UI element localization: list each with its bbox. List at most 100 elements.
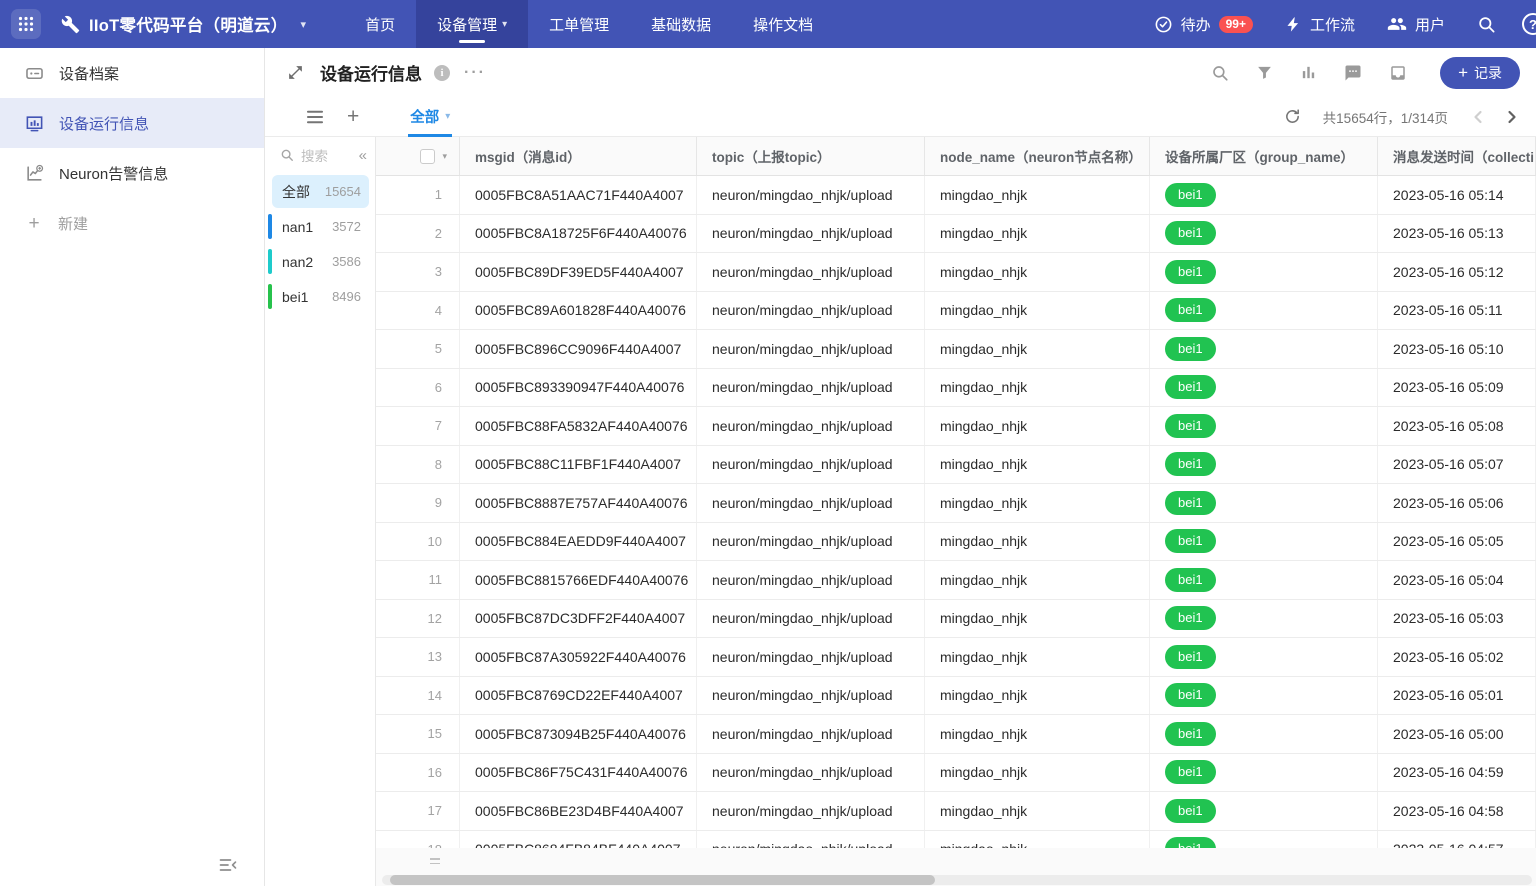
group-badge: bei1 [1165, 298, 1216, 322]
filter-panel: 搜索 « 全部 15654 nan1 3572 nan2 3586 bei1 8… [266, 137, 376, 886]
table-row[interactable]: 16 0005FBC86F75C431F440A40076 neuron/min… [376, 754, 1536, 793]
filter-list-item[interactable]: nan1 3572 [272, 210, 369, 243]
cell-topic: neuron/mingdao_nhjk/upload [697, 176, 925, 214]
nav-item[interactable]: 基础数据 ▾ [630, 0, 732, 48]
column-header-topic[interactable]: topic（上报topic） [697, 137, 925, 175]
filter-list-item[interactable]: nan2 3586 [272, 245, 369, 278]
next-page-icon[interactable] [1506, 110, 1518, 124]
color-bar [268, 284, 272, 309]
color-bar [268, 249, 272, 274]
todo-count-badge: 99+ [1219, 16, 1253, 33]
table-row[interactable]: 8 0005FBC88C11FBF1F440A4007 neuron/mingd… [376, 446, 1536, 485]
cell-group-name: bei1 [1150, 677, 1378, 715]
nav-item[interactable]: 首页 ▾ [344, 0, 416, 48]
topbar: IIoT零代码平台（明道云） ▾ 首页 ▾ 设备管理 ▾ 工单管理 ▾ 基础数据… [0, 0, 1536, 48]
table-row[interactable]: 12 0005FBC87DC3DFF2F440A4007 neuron/ming… [376, 600, 1536, 639]
row-number: 11 [376, 561, 460, 599]
cell-group-name: bei1 [1150, 715, 1378, 753]
expand-view-icon[interactable] [287, 64, 304, 81]
filter-list-item[interactable]: bei1 8496 [272, 280, 369, 313]
nav-item-label: 设备管理 [437, 14, 497, 35]
workflow-button[interactable]: 工作流 [1269, 14, 1371, 35]
table-row[interactable]: 2 0005FBC8A18725F6F440A40076 neuron/ming… [376, 215, 1536, 254]
help-button[interactable]: ? [1522, 13, 1536, 35]
prev-page-icon[interactable] [1472, 110, 1484, 124]
cell-topic: neuron/mingdao_nhjk/upload [697, 446, 925, 484]
group-badge: bei1 [1165, 337, 1216, 361]
filter-search[interactable]: 搜索 « [266, 137, 375, 173]
table-row[interactable]: 15 0005FBC873094B25F440A40076 neuron/min… [376, 715, 1536, 754]
view-list-icon[interactable] [306, 110, 324, 124]
nav-chevron-down-icon: ▾ [502, 19, 507, 30]
table-row[interactable]: 9 0005FBC8887E757AF440A40076 neuron/ming… [376, 484, 1536, 523]
sidebar-item-neuron-alarm-info[interactable]: Neuron告警信息 [0, 148, 264, 198]
todo-label: 待办 [1181, 14, 1211, 35]
table-row[interactable]: 5 0005FBC896CC9096F440A4007 neuron/mingd… [376, 330, 1536, 369]
collapse-panel-icon[interactable]: « [359, 147, 367, 164]
table-row[interactable]: 6 0005FBC893390947F440A40076 neuron/ming… [376, 369, 1536, 408]
table-row[interactable]: 13 0005FBC87A305922F440A40076 neuron/min… [376, 638, 1536, 677]
app-title: IIoT零代码平台（明道云） [89, 12, 288, 36]
summary-icon[interactable] [430, 858, 440, 867]
cell-node-name: mingdao_nhjk [925, 292, 1150, 330]
table-row[interactable]: 10 0005FBC884EAEDD9F440A4007 neuron/ming… [376, 523, 1536, 562]
cell-node-name: mingdao_nhjk [925, 754, 1150, 792]
cell-topic: neuron/mingdao_nhjk/upload [697, 215, 925, 253]
row-number: 6 [376, 369, 460, 407]
table-row[interactable]: 7 0005FBC88FA5832AF440A40076 neuron/ming… [376, 407, 1536, 446]
cell-msgid: 0005FBC8887E757AF440A40076 [460, 484, 697, 522]
table-row[interactable]: 4 0005FBC89A601828F440A40076 neuron/ming… [376, 292, 1536, 331]
horizontal-scrollbar[interactable] [382, 875, 1532, 885]
column-header-node-name[interactable]: node_name（neuron节点名称） [925, 137, 1150, 175]
apps-grid-icon[interactable] [11, 9, 41, 39]
collapse-sidebar-icon[interactable] [218, 857, 238, 873]
app-brand[interactable]: IIoT零代码平台（明道云） ▾ [51, 0, 314, 48]
filter-list-item[interactable]: 全部 15654 [272, 175, 369, 208]
more-menu-icon[interactable]: ··· [464, 64, 486, 82]
pagination [1472, 110, 1518, 124]
filter-item-label: 全部 [282, 182, 310, 202]
refresh-icon[interactable] [1284, 108, 1301, 125]
chevron-down-icon[interactable]: ▾ [442, 151, 447, 162]
cell-collect-time: 2023-05-16 05:04 [1378, 561, 1536, 599]
cell-node-name: mingdao_nhjk [925, 215, 1150, 253]
cell-collect-time: 2023-05-16 04:59 [1378, 754, 1536, 792]
table-row[interactable]: 17 0005FBC86BE23D4BF440A4007 neuron/ming… [376, 792, 1536, 831]
filter-icon[interactable] [1256, 64, 1273, 81]
scrollbar-thumb[interactable] [390, 875, 935, 885]
sidebar-new-button[interactable]: + 新建 [0, 198, 264, 248]
comment-icon[interactable] [1344, 64, 1362, 82]
row-number: 9 [376, 484, 460, 522]
table-row[interactable]: 3 0005FBC89DF39ED5F440A4007 neuron/mingd… [376, 253, 1536, 292]
table-row[interactable]: 11 0005FBC8815766EDF440A40076 neuron/min… [376, 561, 1536, 600]
nav-item[interactable]: 设备管理 ▾ [416, 0, 528, 48]
sidebar-item-device-archive[interactable]: 设备档案 [0, 48, 264, 98]
table-search-icon[interactable] [1211, 64, 1229, 82]
page-title: 设备运行信息 [320, 60, 422, 85]
users-button[interactable]: 用户 [1371, 14, 1461, 35]
sidebar-item-device-runtime-info[interactable]: 设备运行信息 [0, 98, 264, 148]
add-record-button[interactable]: + 记录 [1440, 57, 1520, 89]
row-number: 13 [376, 638, 460, 676]
add-view-icon[interactable]: + [347, 106, 359, 127]
tab-all[interactable]: 全部 ▾ [408, 97, 452, 136]
filter-item-label: bei1 [282, 289, 308, 305]
group-badge: bei1 [1165, 568, 1216, 592]
todo-button[interactable]: 待办 99+ [1138, 14, 1269, 35]
inbox-icon[interactable] [1389, 64, 1407, 82]
lightning-icon [1285, 16, 1302, 33]
statistics-icon[interactable] [1300, 64, 1317, 81]
nav-item[interactable]: 工单管理 ▾ [528, 0, 630, 48]
cell-collect-time: 2023-05-16 05:10 [1378, 330, 1536, 368]
column-header-collect-time[interactable]: 消息发送时间（collecti [1378, 137, 1536, 175]
table-row[interactable]: 14 0005FBC8769CD22EF440A4007 neuron/ming… [376, 677, 1536, 716]
table-row[interactable]: 1 0005FBC8A51AAC71F440A4007 neuron/mingd… [376, 176, 1536, 215]
select-all-checkbox[interactable] [420, 149, 435, 164]
nav-item[interactable]: 操作文档 ▾ [732, 0, 834, 48]
info-icon[interactable]: i [434, 65, 450, 81]
column-header-msgid[interactable]: msgid（消息id） [460, 137, 697, 175]
cell-collect-time: 2023-05-16 05:08 [1378, 407, 1536, 445]
global-search-button[interactable] [1461, 15, 1512, 34]
column-header-group-name[interactable]: 设备所属厂区（group_name） [1150, 137, 1378, 175]
cell-group-name: bei1 [1150, 253, 1378, 291]
